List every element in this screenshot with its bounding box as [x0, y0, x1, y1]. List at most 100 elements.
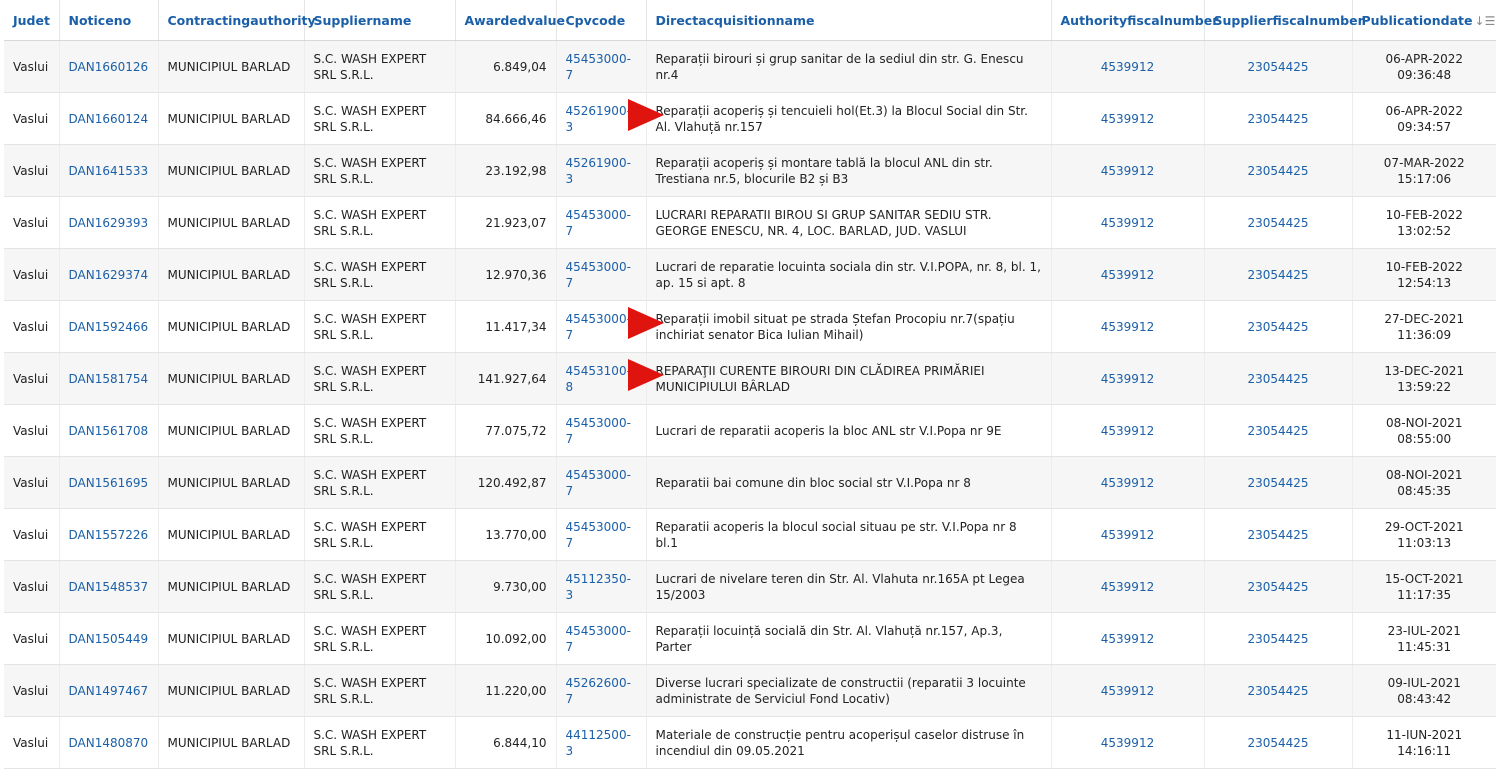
- header-authorityfiscalnumber[interactable]: Authorityfiscalnumber: [1051, 0, 1218, 41]
- supplier-fiscal-link[interactable]: 23054425: [1204, 144, 1353, 197]
- cell-acquisition-name: Reparații acoperiș și montare tablă la b…: [646, 144, 1052, 197]
- authority-fiscal-link[interactable]: 4539912: [1051, 352, 1205, 405]
- notice-number-link[interactable]: DAN1480870: [59, 716, 159, 769]
- authority-fiscal-link[interactable]: 4539912: [1051, 40, 1205, 93]
- cpv-code-link[interactable]: 44112500-3: [556, 716, 647, 769]
- cell-supplier-name: S.C. WASH EXPERT SRL S.R.L.: [304, 404, 456, 457]
- cell-judet: Vaslui: [4, 560, 60, 613]
- supplier-fiscal-link[interactable]: 23054425: [1204, 456, 1353, 509]
- cell-acquisition-name: Reparatii bai comune din bloc social str…: [646, 456, 1052, 509]
- authority-fiscal-link[interactable]: 4539912: [1051, 248, 1205, 301]
- authority-fiscal-link[interactable]: 4539912: [1051, 144, 1205, 197]
- notice-number-link[interactable]: DAN1660126: [59, 40, 159, 93]
- cell-publication-date: 27-DEC-2021 11:36:09: [1352, 300, 1496, 353]
- authority-fiscal-link[interactable]: 4539912: [1051, 300, 1205, 353]
- cell-contracting-authority: MUNICIPIUL BARLAD: [158, 664, 305, 717]
- publication-date: 13-DEC-2021: [1384, 363, 1465, 378]
- cpv-code-link[interactable]: 45453000-7: [556, 404, 647, 457]
- cpv-code-link[interactable]: 45261900-3: [556, 144, 647, 197]
- authority-fiscal-link[interactable]: 4539912: [1051, 196, 1205, 249]
- cell-judet: Vaslui: [4, 456, 60, 509]
- publication-date: 09-IUL-2021: [1387, 675, 1461, 690]
- cell-supplier-name: S.C. WASH EXPERT SRL S.R.L.: [304, 456, 456, 509]
- publication-date: 11-IUN-2021: [1386, 727, 1463, 742]
- supplier-fiscal-link[interactable]: 23054425: [1204, 248, 1353, 301]
- notice-number-link[interactable]: DAN1581754: [59, 352, 159, 405]
- cpv-code-link[interactable]: 45262600-7: [556, 664, 647, 717]
- cell-supplier-name: S.C. WASH EXPERT SRL S.R.L.: [304, 92, 456, 145]
- cell-acquisition-name: Lucrari de nivelare teren din Str. Al. V…: [646, 560, 1052, 613]
- authority-fiscal-link[interactable]: 4539912: [1051, 716, 1205, 769]
- header-cpvcode[interactable]: Cpvcode: [556, 0, 647, 41]
- cpv-code-link[interactable]: 45453000-7: [556, 248, 647, 301]
- cell-acquisition-name: Reparații locuință socială din Str. Al. …: [646, 612, 1052, 665]
- publication-date: 10-FEB-2022: [1385, 259, 1463, 274]
- cpv-code-link[interactable]: 45453000-7: [556, 456, 647, 509]
- supplier-fiscal-link[interactable]: 23054425: [1204, 92, 1353, 145]
- supplier-fiscal-link[interactable]: 23054425: [1204, 664, 1353, 717]
- publication-time: 11:45:31: [1397, 639, 1452, 654]
- publication-time: 13:59:22: [1397, 379, 1452, 394]
- supplier-fiscal-link[interactable]: 23054425: [1204, 560, 1353, 613]
- notice-number-link[interactable]: DAN1557226: [59, 508, 159, 561]
- publication-date: 27-DEC-2021: [1384, 311, 1465, 326]
- supplier-fiscal-link[interactable]: 23054425: [1204, 716, 1353, 769]
- header-publicationdate[interactable]: Publicationdate ↓☰: [1352, 0, 1496, 41]
- cell-supplier-name: S.C. WASH EXPERT SRL S.R.L.: [304, 300, 456, 353]
- cell-acquisition-name: Reparații acoperiș și tencuieli hol(Et.3…: [646, 92, 1052, 145]
- cell-contracting-authority: MUNICIPIUL BARLAD: [158, 560, 305, 613]
- authority-fiscal-link[interactable]: 4539912: [1051, 612, 1205, 665]
- cell-supplier-name: S.C. WASH EXPERT SRL S.R.L.: [304, 716, 456, 769]
- header-supplierfiscalnumber[interactable]: Supplierfiscalnumber: [1204, 0, 1364, 41]
- cell-supplier-name: S.C. WASH EXPERT SRL S.R.L.: [304, 196, 456, 249]
- publication-time: 11:03:13: [1397, 535, 1452, 550]
- supplier-fiscal-link[interactable]: 23054425: [1204, 508, 1353, 561]
- notice-number-link[interactable]: DAN1592466: [59, 300, 159, 353]
- cpv-code-link[interactable]: 45112350-3: [556, 560, 647, 613]
- cell-judet: Vaslui: [4, 92, 60, 145]
- authority-fiscal-link[interactable]: 4539912: [1051, 508, 1205, 561]
- supplier-fiscal-link[interactable]: 23054425: [1204, 612, 1353, 665]
- header-noticeno[interactable]: Noticeno: [59, 0, 159, 41]
- table-row: Vaslui DAN1629374 MUNICIPIUL BARLAD S.C. WA…: [4, 248, 1496, 301]
- cell-acquisition-name: Reparații birouri și grup sanitar de la …: [646, 40, 1052, 93]
- cell-acquisition-name: REPARAŢII CURENTE BIROURI DIN CLĂDIREA P…: [646, 352, 1052, 405]
- supplier-fiscal-link[interactable]: 23054425: [1204, 40, 1353, 93]
- supplier-fiscal-link[interactable]: 23054425: [1204, 300, 1353, 353]
- cell-publication-date: 07-MAR-2022 15:17:06: [1352, 144, 1496, 197]
- header-judet[interactable]: Judet: [4, 0, 60, 41]
- supplier-fiscal-link[interactable]: 23054425: [1204, 196, 1353, 249]
- authority-fiscal-link[interactable]: 4539912: [1051, 560, 1205, 613]
- cell-publication-date: 08-NOI-2021 08:55:00: [1352, 404, 1496, 457]
- publication-time: 08:55:00: [1397, 431, 1452, 446]
- authority-fiscal-link[interactable]: 4539912: [1051, 664, 1205, 717]
- cell-awarded-value: 12.970,36: [455, 248, 557, 301]
- table-row: Vaslui DAN1505449 MUNICIPIUL BARLAD S.C. WA…: [4, 612, 1496, 665]
- authority-fiscal-link[interactable]: 4539912: [1051, 92, 1205, 145]
- supplier-fiscal-link[interactable]: 23054425: [1204, 352, 1353, 405]
- notice-number-link[interactable]: DAN1561695: [59, 456, 159, 509]
- notice-number-link[interactable]: DAN1505449: [59, 612, 159, 665]
- header-contractingauthority[interactable]: Contractingauthority: [158, 0, 316, 41]
- cpv-code-link[interactable]: 45453000-7: [556, 508, 647, 561]
- authority-fiscal-link[interactable]: 4539912: [1051, 456, 1205, 509]
- notice-number-link[interactable]: DAN1629393: [59, 196, 159, 249]
- notice-number-link[interactable]: DAN1629374: [59, 248, 159, 301]
- notice-number-link[interactable]: DAN1497467: [59, 664, 159, 717]
- header-awardedvalue[interactable]: Awardedvalue: [455, 0, 565, 41]
- header-directacquisitionname[interactable]: Directacquisitionname: [646, 0, 1052, 41]
- publication-time: 14:16:11: [1397, 743, 1452, 758]
- authority-fiscal-link[interactable]: 4539912: [1051, 404, 1205, 457]
- header-suppliername[interactable]: Suppliername: [304, 0, 456, 41]
- notice-number-link[interactable]: DAN1561708: [59, 404, 159, 457]
- supplier-fiscal-link[interactable]: 23054425: [1204, 404, 1353, 457]
- cpv-code-link[interactable]: 45453000-7: [556, 196, 647, 249]
- cpv-code-link[interactable]: 45453000-7: [556, 612, 647, 665]
- sort-descending-icon[interactable]: ↓☰: [1475, 14, 1496, 28]
- cpv-code-link[interactable]: 45453000-7: [556, 40, 647, 93]
- notice-number-link[interactable]: DAN1660124: [59, 92, 159, 145]
- cell-supplier-name: S.C. WASH EXPERT SRL S.R.L.: [304, 144, 456, 197]
- cell-publication-date: 09-IUL-2021 08:43:42: [1352, 664, 1496, 717]
- notice-number-link[interactable]: DAN1548537: [59, 560, 159, 613]
- notice-number-link[interactable]: DAN1641533: [59, 144, 159, 197]
